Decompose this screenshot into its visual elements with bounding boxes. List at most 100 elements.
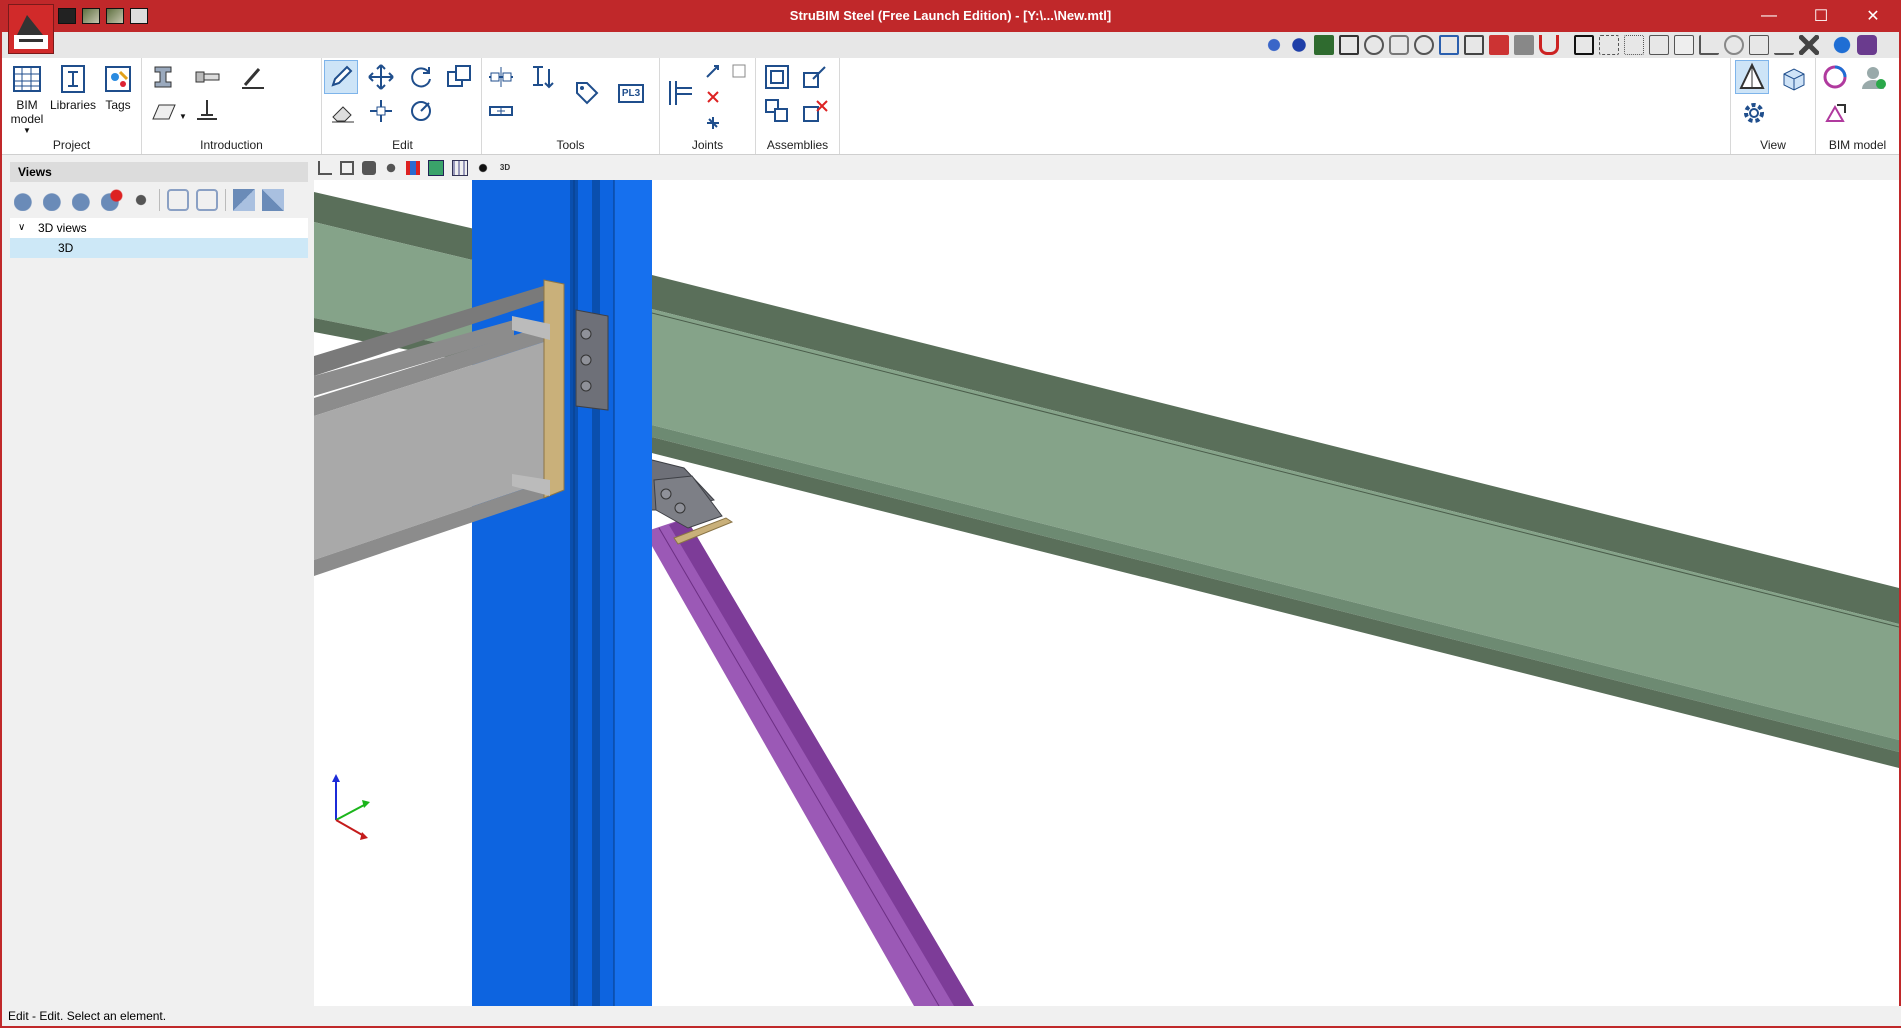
layers-icon[interactable] [1774,35,1794,55]
hide-elements-icon[interactable] [1489,35,1509,55]
delete-view-icon[interactable] [101,189,123,211]
view-3d-icon[interactable]: 3D [498,161,512,175]
joint-copy-button[interactable] [728,60,750,82]
move-button[interactable] [366,62,396,92]
pan-icon[interactable] [1389,35,1409,55]
tree-group-label: 3D views [38,221,87,235]
table-icon [13,66,41,92]
status-bar: Edit - Edit. Select an element. [2,1006,1901,1026]
orbit-icon[interactable] [1414,35,1434,55]
zoom-all-icon[interactable] [1289,35,1309,55]
group-label-view: View [1760,138,1786,152]
camera-edit-icon[interactable] [196,189,218,211]
chevron-down-icon[interactable]: ▼ [20,124,34,138]
new-plate-button[interactable] [148,96,178,126]
extend-button[interactable] [526,62,556,92]
joint-button[interactable] [662,76,696,110]
axes-icon[interactable] [318,161,332,175]
bim-model-button[interactable] [10,62,44,96]
assembly-add-button[interactable] [762,96,792,126]
3d-viewport[interactable] [314,180,1899,1006]
assembly-edit-button[interactable] [800,62,830,92]
rotate-axis-button[interactable] [406,96,436,126]
section-icon[interactable] [406,161,420,175]
snap-points-icon[interactable] [1624,35,1644,55]
new-bolt-button[interactable] [192,62,222,92]
wireframe-icon[interactable] [340,161,354,175]
new-weld-button[interactable] [238,62,268,92]
bolt-icon [195,71,220,83]
filter-icon[interactable] [1514,35,1534,55]
clip-icon[interactable] [428,160,444,176]
eye-icon[interactable] [476,161,490,175]
view-mode-button[interactable] [1735,60,1769,94]
rotate-icon[interactable] [1724,35,1744,55]
view-front-icon[interactable] [233,189,255,211]
rotate-button[interactable] [406,62,436,92]
base-plate-button[interactable] [192,96,222,126]
chevron-down-icon[interactable]: ▼ [178,110,188,124]
copy-view-icon[interactable] [72,189,94,211]
bim-export-icon [1825,104,1846,122]
joint-explode-button[interactable] [702,112,724,134]
app-logo[interactable] [8,4,54,54]
bim-user-button[interactable] [1858,62,1888,92]
close-button[interactable]: ✕ [1847,0,1899,32]
view-visibility-icon[interactable] [130,189,152,211]
window-frame-icon[interactable] [1574,35,1594,55]
split-button[interactable] [486,62,516,92]
snap-magnet-icon[interactable] [1539,35,1559,55]
eraser-button[interactable] [328,96,358,126]
zoom-extents-icon[interactable] [1339,35,1359,55]
bim-export-button[interactable] [1820,98,1850,128]
stretch-button[interactable] [366,96,396,126]
view-settings-button[interactable] [1739,98,1769,128]
join-button[interactable] [486,96,516,126]
zoom-icon[interactable] [1364,35,1384,55]
refresh-view-icon[interactable] [1439,35,1459,55]
joint-delete-button[interactable] [702,86,724,108]
new-view-icon[interactable] [14,189,36,211]
angle-icon[interactable] [1699,35,1719,55]
view-3d-box-button[interactable] [1779,64,1809,94]
render-mode-icon[interactable] [1464,35,1484,55]
edit-view-icon[interactable] [43,189,65,211]
main-beam[interactable] [631,270,1899,768]
maximize-button[interactable]: ☐ [1795,0,1847,32]
tree-group-3d-views[interactable]: ∨ 3D views [10,218,308,238]
comment-icon[interactable] [1749,35,1769,55]
view-side-icon[interactable] [262,189,284,211]
web-icon[interactable] [1832,35,1852,55]
joint-edit-button[interactable] [702,60,724,82]
minimize-button[interactable]: — [1743,0,1795,32]
edit-pencil-button[interactable] [324,60,358,94]
zoom-previous-icon[interactable] [1264,35,1284,55]
assembly-icon [765,65,789,89]
tags-button[interactable] [101,62,135,96]
new-member-button[interactable] [148,62,178,92]
layers-view-icon[interactable] [384,161,398,175]
views-panel: Views ∨ 3D views 3D [10,162,308,1004]
split-icon [489,67,513,87]
solid-icon[interactable] [362,161,376,175]
diagonal-brace[interactable] [644,518,974,1006]
camera-icon[interactable] [167,189,189,211]
steel-model-render[interactable] [314,180,1899,1006]
chevron-down-icon[interactable]: ∨ [18,218,25,238]
tools-icon[interactable] [1799,35,1819,55]
tree-item-3d[interactable]: 3D [10,238,308,258]
end-plate[interactable] [575,309,609,411]
tag-button[interactable] [572,78,602,108]
grid-icon[interactable] [1599,35,1619,55]
keyboard-icon[interactable] [1649,35,1669,55]
help-icon[interactable] [1857,35,1877,55]
libraries-button[interactable] [56,62,90,96]
assembly-delete-button[interactable] [800,96,830,126]
plate-label-button[interactable]: PL3 [614,76,648,110]
copy-button[interactable] [444,62,474,92]
scale-icon[interactable] [1674,35,1694,55]
assembly-create-button[interactable] [762,62,792,92]
bim-sync-button[interactable] [1820,62,1850,92]
zoom-window-icon[interactable] [1314,35,1334,55]
grid-view-icon[interactable] [452,160,468,176]
